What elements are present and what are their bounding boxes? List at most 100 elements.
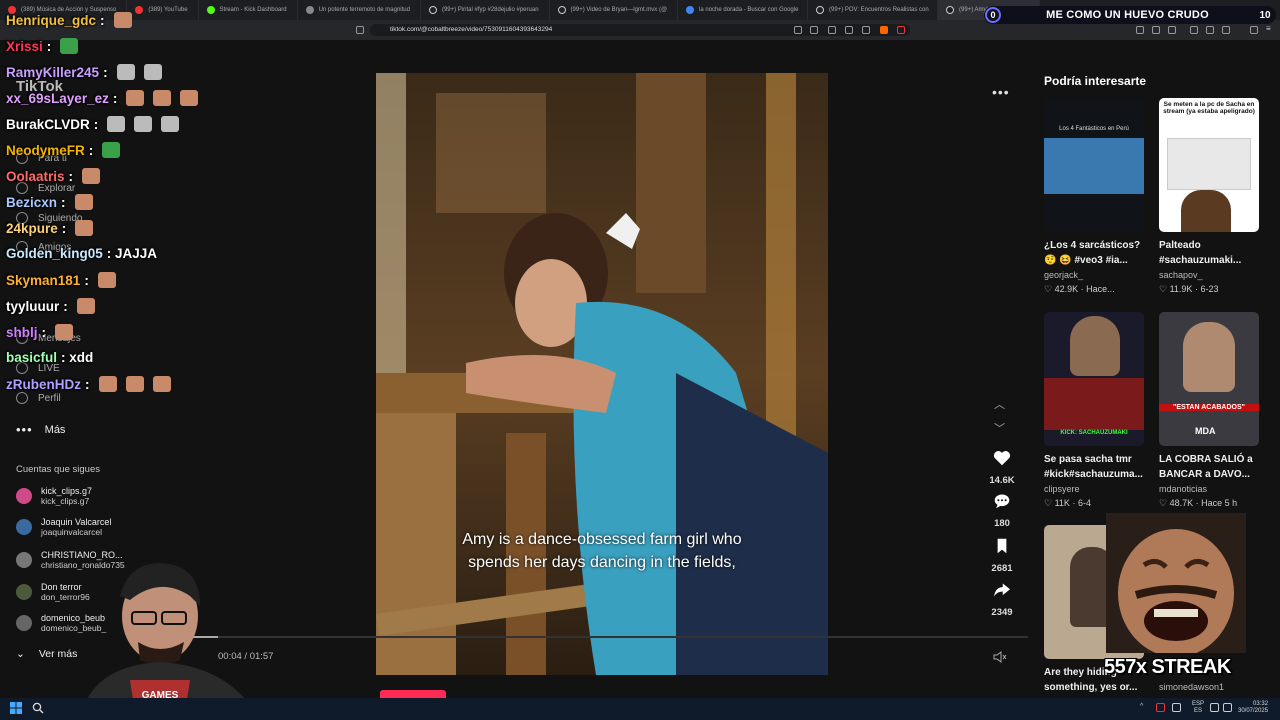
chat-text: :: [112, 90, 118, 106]
more-button[interactable]: ••• Más: [16, 422, 65, 437]
chat-username: Xrissi: [6, 38, 43, 54]
bookmark-icon[interactable]: [356, 26, 364, 34]
chat-message: NeodymeFR:: [6, 142, 121, 158]
extension-icon[interactable]: [1152, 26, 1160, 34]
taskbar-clock[interactable]: 03:32 30/07/2025: [1238, 701, 1268, 715]
vpn-icon[interactable]: [1250, 26, 1258, 34]
streamer-webcam: GAMES: [80, 563, 260, 720]
comment-button[interactable]: 180: [985, 493, 1019, 529]
chat-username: 24kpure: [6, 220, 58, 236]
chat-text: :: [61, 194, 66, 210]
chat-username: Oolaatris: [6, 168, 65, 184]
thumbnail-caption: Se meten a la pc de Sacha en stream (ya …: [1163, 101, 1255, 115]
wifi-icon[interactable]: [1210, 703, 1219, 712]
recommended-video-card[interactable]: KICK: SACHAUZUMAKI Se pasa sacha tmr #kic…: [1044, 312, 1148, 510]
chat-text: :: [41, 324, 47, 340]
avatar: [16, 584, 32, 600]
chat-emote-icon: [74, 194, 93, 210]
screenshot-icon[interactable]: [810, 26, 818, 34]
browser-tab[interactable]: (99+) Video de Bryan—lgmt.mvx (@: [550, 0, 679, 20]
tray-app-icon[interactable]: [1172, 703, 1181, 712]
following-account[interactable]: Joaquin Valcarcel joaquinvalcarcel: [16, 517, 111, 537]
thumbnail-caption: Los 4 Fantásticos en Perú: [1059, 126, 1129, 132]
brave-shield-icon[interactable]: [880, 26, 888, 34]
card-date: 6-4: [1077, 498, 1091, 508]
lang-primary: ESP: [1192, 701, 1205, 707]
language-indicator[interactable]: ESP ES: [1192, 701, 1204, 715]
like-button[interactable]: 14.6K: [985, 450, 1019, 486]
volume-tray-icon[interactable]: [1223, 703, 1232, 712]
menu-icon[interactable]: ≡: [1266, 25, 1274, 34]
extension-icon[interactable]: [1136, 26, 1144, 34]
chat-emote-icon: [97, 272, 116, 288]
google-icon: [686, 6, 695, 14]
translate-icon[interactable]: [862, 26, 870, 34]
chat-emote-icon: [143, 64, 162, 80]
chat-username: zRubenHDz: [6, 376, 81, 392]
thumbnail-image: [1044, 138, 1144, 194]
more-options-icon[interactable]: •••: [992, 84, 1010, 100]
zoom-icon[interactable]: [845, 26, 853, 34]
tiktok-icon: [428, 6, 437, 14]
share-button[interactable]: 2349: [985, 582, 1019, 618]
chat-username: xx_69sLayer_ez: [6, 90, 109, 106]
tray-app-icon[interactable]: [1156, 703, 1165, 712]
chat-emote-icon: [180, 90, 199, 106]
following-account[interactable]: kick_clips.g7 kick_clips.g7: [16, 486, 92, 506]
upload-button[interactable]: [380, 690, 446, 698]
chat-text: :: [88, 142, 94, 158]
recommended-video-card[interactable]: simonedawson1: [1159, 680, 1263, 694]
url-text: tiktok.com/@cobaltbreeze/video/753091160…: [390, 26, 553, 33]
wallet-icon[interactable]: [1222, 26, 1230, 34]
recommended-video-card[interactable]: Se meten a la pc de Sacha en stream (ya …: [1159, 98, 1263, 296]
browser-tab[interactable]: Un potente terremoto de magnitud: [298, 0, 421, 20]
recommended-video-card[interactable]: "ESTAN ACABADOS" MDA LA COBRA SALIÓ a BAN…: [1159, 312, 1263, 510]
rewards-icon[interactable]: [897, 26, 905, 34]
search-icon[interactable]: [32, 702, 44, 714]
card-meta: ♡ 11K · 6-4: [1044, 498, 1091, 508]
laughing-face-image: [1106, 513, 1246, 653]
avatar: [16, 615, 32, 631]
avatar: [16, 519, 32, 535]
reaction-meme-overlay: [1106, 513, 1246, 653]
recommended-video-card[interactable]: Los 4 Fantásticos en Perú ¿Los 4 sarcást…: [1044, 98, 1148, 296]
chat-username: basicful: [6, 350, 58, 365]
card-author: mdanoticias: [1159, 484, 1208, 494]
browser-tab[interactable]: la noche dorada - Buscar con Google: [678, 0, 809, 20]
volume-icon[interactable]: [993, 651, 1007, 663]
video-thumbnail: Se meten a la pc de Sacha en stream (ya …: [1159, 98, 1259, 232]
chevron-down-icon[interactable]: ﹀: [994, 420, 1005, 436]
chat-username: Skyman181: [6, 272, 81, 288]
reader-icon[interactable]: [794, 26, 802, 34]
chat-emote-icon: [126, 90, 145, 106]
browser-tab[interactable]: (99+) Pirital #fyp #28dejulio #peruan: [421, 0, 550, 20]
subtitle-line: Amy is a dance-obsessed farm girl who: [462, 531, 742, 548]
windows-taskbar: [0, 698, 1280, 720]
chevron-up-icon[interactable]: ︿: [994, 396, 1005, 412]
goal-count-left: 0: [985, 7, 1001, 23]
sidebar-icon[interactable]: [1206, 26, 1214, 34]
card-likes: 11.9K: [1169, 284, 1193, 294]
playlist-icon[interactable]: [1190, 26, 1198, 34]
chat-message: RamyKiller245:: [6, 64, 162, 80]
share-icon[interactable]: [828, 26, 836, 34]
card-author: simonedawson1: [1159, 682, 1225, 692]
following-header: Cuentas que sigues: [16, 464, 100, 475]
clock-time: 03:32: [1253, 701, 1269, 707]
card-meta: ♡ 48.7K · Hace 5 h: [1159, 498, 1238, 508]
tab-label: (99+) Video de Bryan—lgmt.mvx (@: [570, 7, 668, 13]
windows-start-icon[interactable]: [10, 702, 22, 714]
tray-chevron-icon[interactable]: ^: [1140, 703, 1143, 710]
tab-label: la noche dorada - Buscar con Google: [699, 7, 799, 13]
save-button[interactable]: 2681: [985, 538, 1019, 574]
account-handle: joaquinvalcarcel: [41, 527, 102, 537]
browser-tab[interactable]: (99+) POV: Encuentros Realistas con: [808, 0, 939, 20]
chat-text: :: [85, 376, 90, 392]
video-frame[interactable]: [376, 73, 828, 675]
mda-logo: MDA: [1195, 426, 1216, 436]
account-handle: kick_clips.g7: [41, 496, 90, 506]
bookmark-icon: [997, 538, 1007, 554]
chat-emote-icon: [55, 324, 74, 340]
chat-message: zRubenHDz:: [6, 376, 171, 392]
extension-icon[interactable]: [1168, 26, 1176, 34]
